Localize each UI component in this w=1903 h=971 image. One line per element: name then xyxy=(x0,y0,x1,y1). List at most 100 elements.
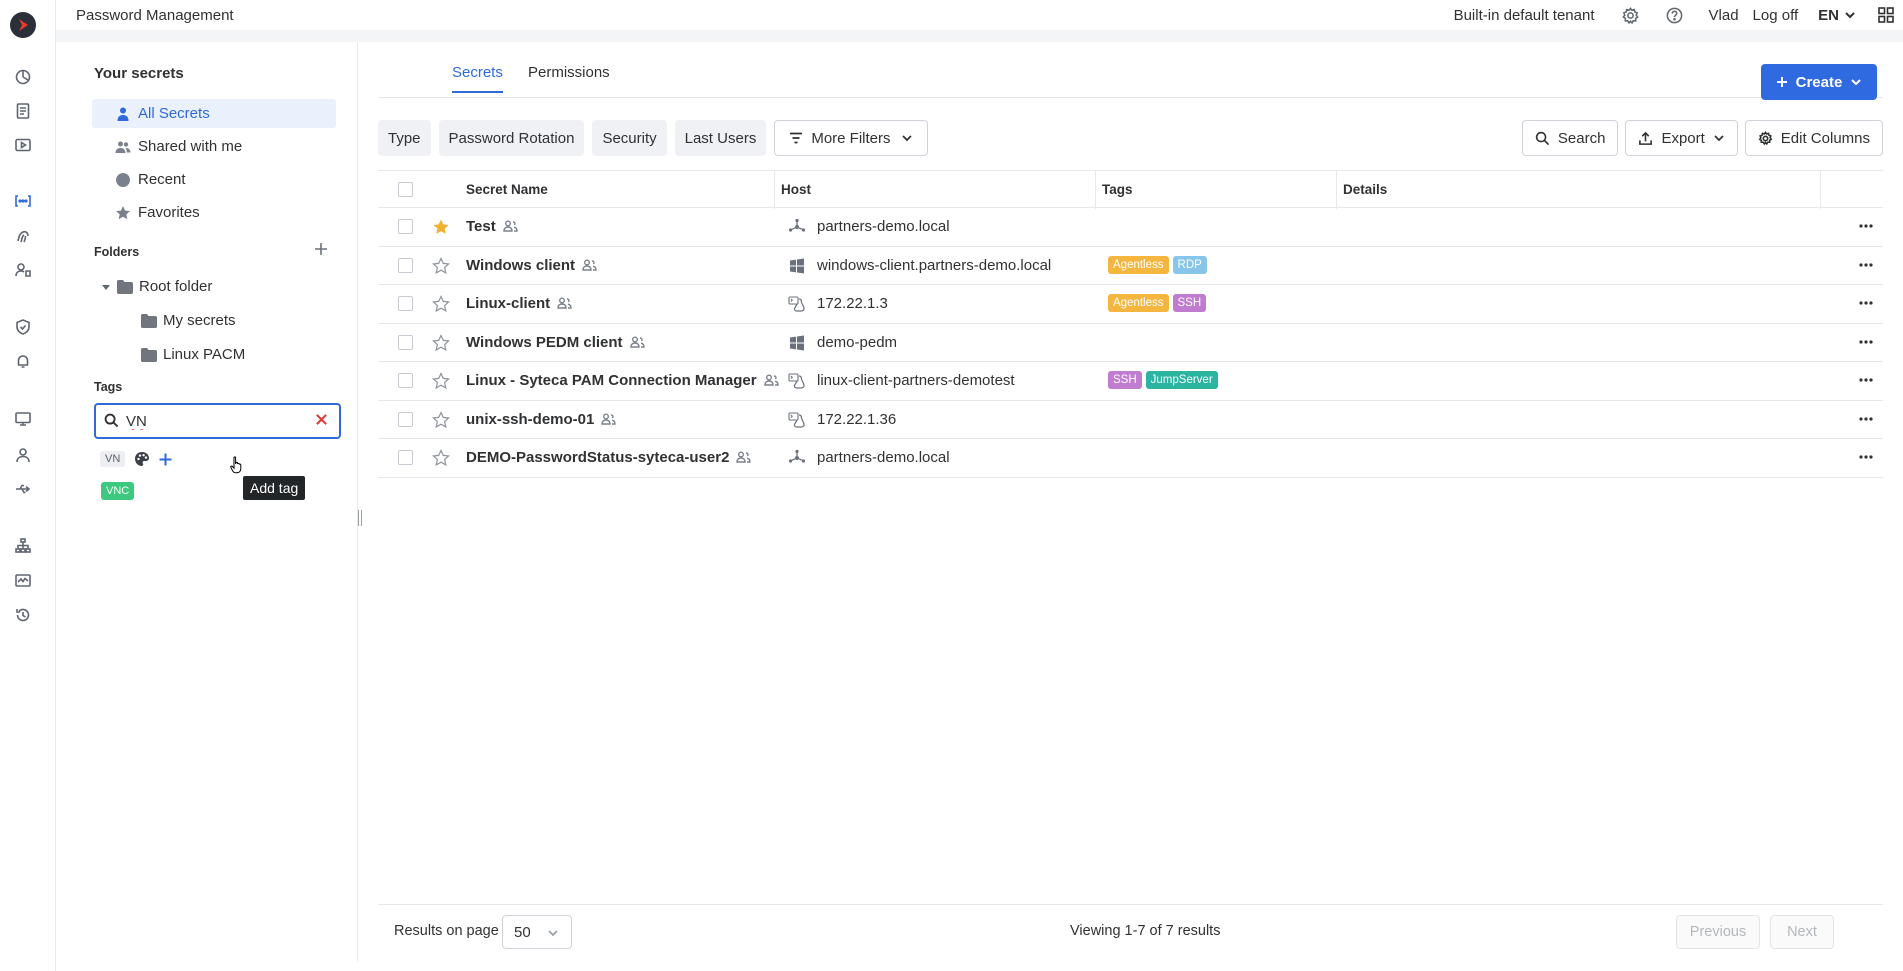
fingerprint-icon[interactable] xyxy=(14,227,32,245)
more-actions-icon[interactable] xyxy=(1857,256,1875,274)
syteca-logo-icon[interactable] xyxy=(10,12,36,38)
folder-linux-pacm[interactable]: Linux PACM xyxy=(141,346,245,363)
previous-page-button[interactable]: Previous xyxy=(1676,915,1760,949)
select-all-checkbox[interactable] xyxy=(398,182,413,197)
tag-chip[interactable]: JumpServer xyxy=(1145,371,1218,389)
chevron-down-icon[interactable] xyxy=(1843,8,1857,22)
users-icon[interactable] xyxy=(14,446,32,464)
column-header-tags[interactable]: Tags xyxy=(1102,182,1133,197)
filter-type[interactable]: Type xyxy=(378,120,431,156)
sidebar-item-all-secrets[interactable]: All Secrets xyxy=(92,99,336,128)
star-outline-icon[interactable] xyxy=(432,449,450,467)
secret-name-link[interactable]: Test xyxy=(466,218,518,235)
row-checkbox[interactable] xyxy=(398,411,413,427)
hierarchy-icon[interactable] xyxy=(14,537,32,555)
secret-name-link[interactable]: Windows client xyxy=(466,257,597,274)
help-icon[interactable] xyxy=(1665,5,1685,25)
tag-search-input[interactable] xyxy=(126,412,306,430)
search-icon xyxy=(1535,131,1550,145)
clear-search-icon[interactable] xyxy=(315,413,329,427)
endpoints-monitor-icon[interactable] xyxy=(14,410,32,428)
row-checkbox[interactable] xyxy=(398,450,413,465)
more-actions-icon[interactable] xyxy=(1857,448,1875,466)
sidebar-item-recent[interactable]: Recent xyxy=(92,165,336,194)
folder-root[interactable]: Root folder xyxy=(101,278,212,295)
password-management-icon[interactable] xyxy=(14,192,32,210)
user-access-icon[interactable] xyxy=(14,261,32,279)
table-row[interactable]: Linux - Syteca PAM Connection Manager lin… xyxy=(378,362,1883,401)
page-size-select[interactable]: 50 xyxy=(502,915,572,949)
more-filters-button[interactable]: More Filters xyxy=(774,120,928,156)
tag-chip[interactable]: RDP xyxy=(1172,255,1207,274)
create-button[interactable]: Create xyxy=(1761,64,1877,100)
star-outline-icon[interactable] xyxy=(432,372,450,390)
sidebar-resize-handle[interactable] xyxy=(358,510,364,526)
shared-users-icon xyxy=(629,335,645,348)
user-name[interactable]: Vlad xyxy=(1709,7,1739,24)
language-selector[interactable]: EN xyxy=(1818,7,1839,24)
sidebar-item-shared-with-me[interactable]: Shared with me xyxy=(92,132,336,161)
column-header-host[interactable]: Host xyxy=(781,182,811,197)
alerts-bell-icon[interactable] xyxy=(14,352,32,370)
sidebar-item-favorites[interactable]: Favorites xyxy=(92,198,336,227)
table-row[interactable]: Windows PEDM client demo-pedm xyxy=(378,324,1883,362)
more-actions-icon[interactable] xyxy=(1857,333,1875,351)
table-row[interactable]: Windows client windows-client.partners-de… xyxy=(378,247,1883,285)
table-row[interactable]: Linux-client 172.22.1.3 Agentless SSH xyxy=(378,285,1883,324)
tag-chip[interactable]: Agentless xyxy=(1108,255,1169,274)
export-button[interactable]: Export xyxy=(1625,120,1738,156)
settings-gear-icon[interactable] xyxy=(1621,5,1641,25)
folder-my-secrets[interactable]: My secrets xyxy=(141,312,236,329)
filter-last-users[interactable]: Last Users xyxy=(674,120,767,156)
table-row[interactable]: unix-ssh-demo-01 172.22.1.36 xyxy=(378,401,1883,439)
palette-icon[interactable] xyxy=(134,451,150,467)
add-folder-plus-icon[interactable] xyxy=(314,242,330,258)
tag-chip[interactable]: SSH xyxy=(1108,371,1142,389)
logoff-link[interactable]: Log off xyxy=(1753,7,1799,24)
star-outline-icon[interactable] xyxy=(432,333,450,352)
search-button[interactable]: Search xyxy=(1521,120,1619,156)
edit-columns-button[interactable]: Edit Columns xyxy=(1744,120,1883,156)
dashboard-icon[interactable] xyxy=(14,68,32,86)
row-checkbox[interactable] xyxy=(398,373,413,388)
row-checkbox[interactable] xyxy=(398,219,413,234)
reports-icon[interactable] xyxy=(14,102,32,120)
table-row[interactable]: Test partners-demo.local xyxy=(378,208,1883,247)
caret-down-icon[interactable] xyxy=(101,282,111,292)
row-checkbox[interactable] xyxy=(398,296,413,311)
apps-grid-icon[interactable] xyxy=(1877,6,1895,24)
tag-chip-vnc[interactable]: VNC xyxy=(101,482,135,500)
secret-name-link[interactable]: Linux - Syteca PAM Connection Manager xyxy=(466,372,779,389)
secret-name-link[interactable]: DEMO-PasswordStatus-syteca-user2 xyxy=(466,449,752,466)
activity-monitor-icon[interactable] xyxy=(14,572,32,590)
tab-secrets[interactable]: Secrets xyxy=(452,64,503,93)
star-outline-icon[interactable] xyxy=(432,295,450,313)
secret-name-link[interactable]: Linux-client xyxy=(466,295,572,312)
filter-password-rotation[interactable]: Password Rotation xyxy=(438,120,585,156)
secret-name-link[interactable]: unix-ssh-demo-01 xyxy=(466,411,617,428)
add-tag-plus-icon[interactable] xyxy=(158,452,173,467)
star-outline-icon[interactable] xyxy=(432,410,450,429)
column-header-details[interactable]: Details xyxy=(1343,182,1387,197)
more-actions-icon[interactable] xyxy=(1857,371,1875,389)
sessions-icon[interactable] xyxy=(14,136,32,154)
tag-chip[interactable]: Agentless xyxy=(1108,294,1169,312)
filter-security[interactable]: Security xyxy=(592,120,667,156)
column-header-secret-name[interactable]: Secret Name xyxy=(466,182,548,197)
shield-icon[interactable] xyxy=(14,318,32,336)
history-icon[interactable] xyxy=(14,606,32,624)
row-checkbox[interactable] xyxy=(398,257,413,273)
more-actions-icon[interactable] xyxy=(1857,410,1875,428)
row-checkbox[interactable] xyxy=(398,334,413,350)
more-actions-icon[interactable] xyxy=(1857,294,1875,312)
tag-chip[interactable]: SSH xyxy=(1172,294,1207,312)
star-filled-icon[interactable] xyxy=(432,218,450,236)
next-page-button[interactable]: Next xyxy=(1770,915,1834,949)
secret-name-link[interactable]: Windows PEDM client xyxy=(466,334,645,351)
star-outline-icon[interactable] xyxy=(432,256,450,275)
tab-permissions[interactable]: Permissions xyxy=(528,64,610,91)
table-row[interactable]: DEMO-PasswordStatus-syteca-user2 partners… xyxy=(378,439,1883,478)
tenant-selector[interactable]: Built-in default tenant xyxy=(1454,7,1595,24)
more-actions-icon[interactable] xyxy=(1857,217,1875,235)
usb-icon[interactable] xyxy=(14,480,32,498)
